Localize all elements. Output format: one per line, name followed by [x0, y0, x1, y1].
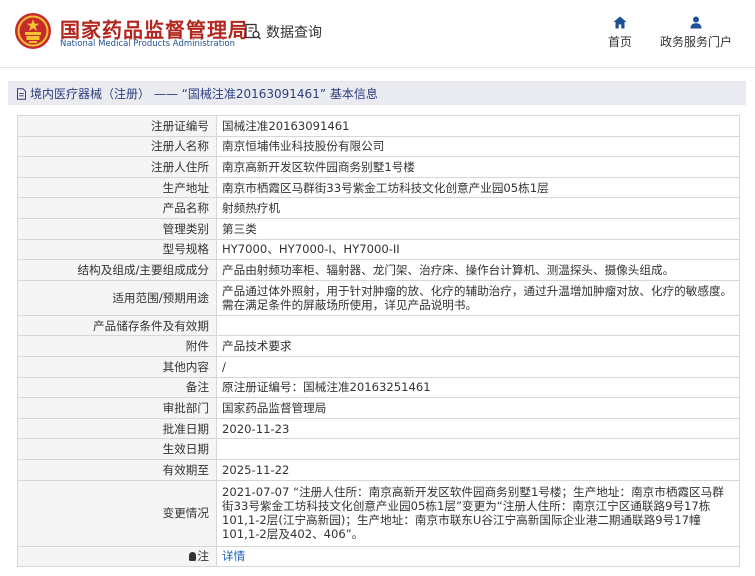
table-row: 生产地址 南京市栖霞区马群街33号紫金工坊科技文化创意产业园05栋1层 — [17, 176, 740, 199]
field-label: 生效日期 — [17, 438, 217, 460]
field-label: 产品储存条件及有效期 — [17, 314, 217, 337]
record-title-bar: 境内医疗器械（注册） —— “国械注准20163091461” 基本信息 — [8, 81, 746, 105]
table-row: 有效期至 2025-11-22 — [17, 458, 740, 481]
field-label: 注册人住所 — [17, 156, 217, 178]
field-value: 射频热疗机 — [216, 197, 740, 219]
table-row: 结构及组成/主要组成成分 产品由射频功率柜、辐射器、龙门架、治疗床、操作台计算机… — [17, 259, 740, 281]
field-label: 批准日期 — [17, 417, 217, 440]
field-value: 2025-11-22 — [216, 458, 740, 481]
field-label: 适用范围/预期用途 — [17, 279, 217, 316]
home-icon — [613, 16, 627, 29]
field-label: 型号规格 — [17, 238, 217, 261]
document-icon — [17, 87, 26, 100]
record-title: 境内医疗器械（注册） —— “国械注准20163091461” 基本信息 — [30, 87, 378, 101]
table-row: 注册人住所 南京高新开发区软件园商务别墅1号楼 — [17, 156, 740, 178]
field-value: 国家药品监督管理局 — [216, 397, 740, 419]
registration-info-table: 注册证编号 国械注准20163091461 注册人名称 南京恒埔伟业科技股份有限… — [17, 115, 740, 568]
table-row: 型号规格 HY7000、HY7000-I、HY7000-II — [17, 238, 740, 261]
field-label: 附件 — [17, 335, 217, 357]
field-value: 南京市栖霞区马群街33号紫金工坊科技文化创意产业园05栋1层 — [216, 176, 740, 199]
user-icon — [690, 16, 702, 29]
field-label: 其他内容 — [17, 355, 217, 378]
national-emblem-logo[interactable] — [14, 12, 52, 50]
field-value: 产品由射频功率柜、辐射器、龙门架、治疗床、操作台计算机、测温探头、摄像头组成。 — [216, 259, 740, 281]
field-value: 国械注准20163091461 — [216, 115, 740, 137]
field-value: 原注册证编号：国械注准20163251461 — [216, 376, 740, 399]
field-label: 变更情况 — [17, 479, 217, 547]
data-query-link[interactable]: 数据查询 — [244, 22, 322, 42]
nav-home-label: 首页 — [607, 35, 632, 49]
field-value: 第三类 — [216, 217, 740, 240]
field-label: 产品名称 — [17, 197, 217, 219]
field-value: HY7000、HY7000-I、HY7000-II — [216, 238, 740, 261]
brand-subtitle: National Medical Products Administration — [60, 39, 235, 49]
details-link[interactable]: 详情 — [222, 549, 734, 563]
table-row: 产品储存条件及有效期 — [17, 314, 740, 337]
table-row: 产品名称 射频热疗机 — [17, 197, 740, 219]
field-label: 管理类别 — [17, 217, 217, 240]
field-label: 注册证编号 — [17, 115, 217, 137]
nav-home[interactable]: 首页 — [604, 16, 636, 50]
field-value — [216, 438, 740, 460]
table-row: 适用范围/预期用途 产品通过体外照射，用于针对肿瘤的放、化疗的辅助治疗，通过升温… — [17, 279, 740, 316]
field-value: / — [216, 355, 740, 378]
field-label: 生产地址 — [17, 176, 217, 199]
nav-service-portal[interactable]: 政务服务门户 — [658, 16, 734, 50]
table-row: 变更情况 2021-07-07 “注册人住所：南京高新开发区软件园商务别墅1号楼… — [17, 479, 740, 547]
table-row: 审批部门 国家药品监督管理局 — [17, 397, 740, 419]
table-row: 备注 原注册证编号：国械注准20163251461 — [17, 376, 740, 399]
table-row: 管理类别 第三类 — [17, 217, 740, 240]
field-label: 结构及组成/主要组成成分 — [17, 259, 217, 281]
table-row: 批准日期 2020-11-23 — [17, 417, 740, 440]
field-label: 审批部门 — [17, 397, 217, 419]
search-document-icon — [245, 23, 262, 40]
field-value: 产品通过体外照射，用于针对肿瘤的放、化疗的辅助治疗，通过升温增加肿瘤对放、化疗的… — [216, 279, 740, 316]
data-query-label: 数据查询 — [266, 25, 322, 41]
table-row: 注册人名称 南京恒埔伟业科技股份有限公司 — [17, 135, 740, 158]
field-label: 注 — [17, 545, 217, 568]
field-value: 南京高新开发区软件园商务别墅1号楼 — [216, 156, 740, 178]
field-value: 2021-07-07 “注册人住所：南京高新开发区软件园商务别墅1号楼；生产地址… — [216, 479, 740, 547]
lightbulb-icon — [189, 552, 197, 562]
field-value: 产品技术要求 — [216, 335, 740, 357]
note-label: 注 — [197, 549, 209, 564]
table-row: 注册证编号 国械注准20163091461 — [17, 115, 740, 137]
field-value: 2020-11-23 — [216, 417, 740, 440]
table-row: 附件 产品技术要求 — [17, 335, 740, 357]
table-row: 其他内容 / — [17, 355, 740, 378]
site-header: 国家药品监督管理局 National Medical Products Admi… — [0, 0, 755, 68]
field-label: 注册人名称 — [17, 135, 217, 158]
table-row: 注 详情 — [17, 545, 740, 568]
field-value — [216, 314, 740, 337]
field-label: 有效期至 — [17, 458, 217, 481]
field-value: 详情 — [216, 545, 740, 568]
nav-service-portal-label: 政务服务门户 — [659, 35, 732, 49]
field-label: 备注 — [17, 376, 217, 399]
field-value: 南京恒埔伟业科技股份有限公司 — [216, 135, 740, 158]
table-row: 生效日期 — [17, 438, 740, 460]
